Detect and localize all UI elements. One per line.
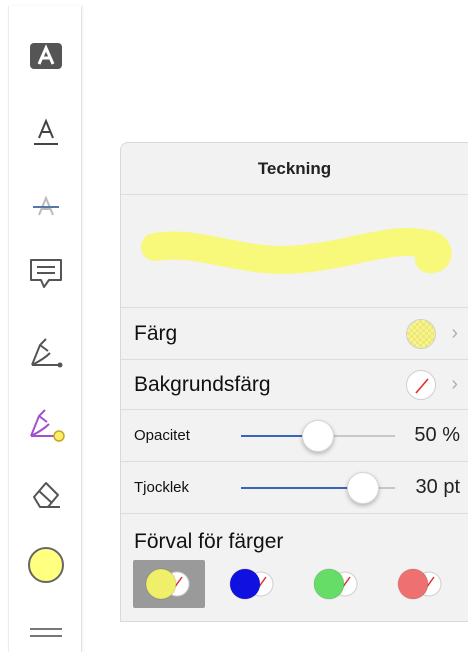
thickness-label: Tjocklek bbox=[134, 479, 190, 496]
color-preset-2[interactable] bbox=[217, 560, 289, 608]
stroke-preview-line bbox=[141, 228, 452, 274]
underline-tool[interactable] bbox=[9, 112, 83, 152]
preset-swatch-icon bbox=[229, 568, 274, 600]
strikethrough-letter-a-icon bbox=[33, 195, 59, 216]
opacity-value: 50 % bbox=[414, 424, 460, 446]
pen-icon bbox=[31, 338, 63, 368]
opacity-label: Opacitet bbox=[134, 427, 190, 444]
color-row[interactable]: Färg › bbox=[121, 307, 468, 359]
handle-lines-icon bbox=[30, 628, 62, 637]
chevron-right-icon: › bbox=[451, 373, 458, 395]
note-tool[interactable] bbox=[9, 250, 83, 298]
annotation-toolbar bbox=[8, 6, 82, 652]
pen-tool[interactable] bbox=[9, 326, 83, 376]
opacity-row: Opacitet 50 % bbox=[121, 409, 468, 461]
no-color-slash-icon bbox=[415, 377, 429, 394]
color-presets-title: Förval för färger bbox=[134, 530, 284, 553]
color-preset-3[interactable] bbox=[301, 560, 373, 608]
more-tool[interactable] bbox=[9, 618, 83, 648]
popover-header: Teckning bbox=[121, 143, 468, 195]
highlighter-pen-icon bbox=[30, 409, 65, 442]
popover-title: Teckning bbox=[257, 158, 332, 178]
drawing-settings-popover: Teckning Färg › Bakgrundsfärg › Opacitet… bbox=[120, 142, 468, 622]
opacity-slider[interactable] bbox=[241, 410, 395, 462]
text-box-tool[interactable] bbox=[9, 36, 83, 76]
preset-swatch-icon bbox=[313, 568, 358, 600]
thickness-slider[interactable] bbox=[241, 462, 395, 514]
color-preset-1[interactable] bbox=[133, 560, 205, 608]
preset-swatch-icon bbox=[397, 568, 442, 600]
background-color-row[interactable]: Bakgrundsfärg › bbox=[121, 359, 468, 409]
thickness-slider-fill bbox=[241, 486, 363, 489]
strikethrough-tool[interactable] bbox=[9, 184, 83, 224]
highlighter-tool[interactable] bbox=[9, 398, 83, 448]
current-color-tool[interactable] bbox=[9, 542, 83, 588]
thickness-slider-thumb[interactable] bbox=[347, 471, 379, 504]
thickness-row: Tjocklek 30 pt bbox=[121, 461, 468, 513]
filled-letter-a-icon bbox=[30, 43, 62, 69]
color-swatch[interactable] bbox=[406, 318, 436, 349]
stroke-preview bbox=[121, 195, 468, 307]
opacity-slider-thumb[interactable] bbox=[302, 419, 334, 452]
color-circle-icon bbox=[28, 547, 64, 583]
speech-bubble-icon bbox=[30, 259, 62, 288]
background-color-label: Bakgrundsfärg bbox=[134, 372, 271, 396]
underlined-letter-a-icon bbox=[34, 118, 58, 145]
eraser-icon bbox=[33, 482, 60, 508]
color-label: Färg bbox=[134, 321, 178, 345]
thickness-value: 30 pt bbox=[415, 476, 460, 498]
preset-swatch-icon bbox=[145, 568, 190, 600]
eraser-tool[interactable] bbox=[9, 472, 83, 516]
color-preset-4[interactable] bbox=[385, 560, 457, 608]
no-color-swatch[interactable] bbox=[406, 369, 436, 400]
chevron-right-icon: › bbox=[451, 322, 458, 344]
color-presets-section: Förval för färger bbox=[121, 513, 468, 621]
